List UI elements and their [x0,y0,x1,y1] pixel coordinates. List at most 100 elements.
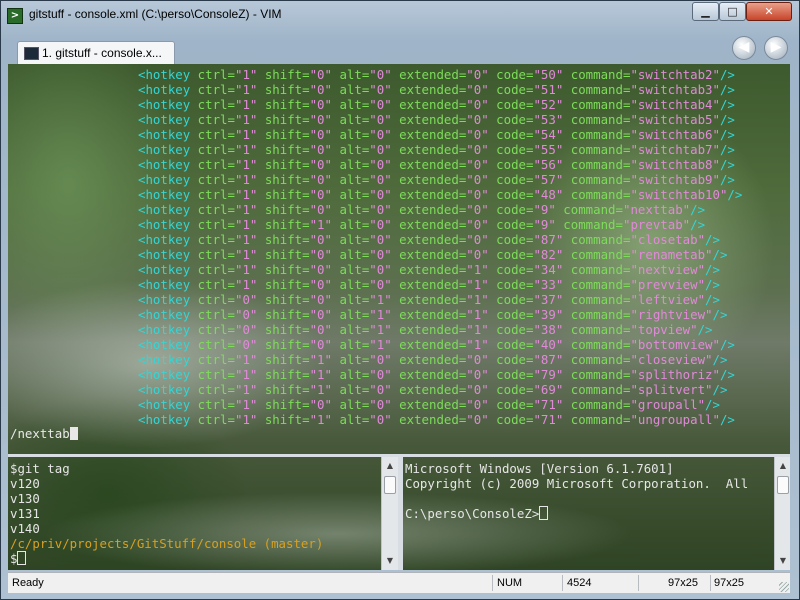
xml-attr-name: code= [488,67,534,82]
scroll-up-icon[interactable]: ▲ [384,459,396,473]
xml-close: /> [719,127,735,142]
xml-line: <hotkey ctrl="1" shift="0" alt="0" exten… [138,82,735,97]
xml-code: "51" [533,82,564,97]
git-bash-pane[interactable]: $git tag v120 v130 v131 v140/c/priv/projects… [8,457,380,570]
xml-code: "9" [533,217,556,232]
xml-code: "71" [533,397,564,412]
title-bar[interactable]: > gitstuff - console.xml (C:\perso\Conso… [1,1,799,29]
vim-pane[interactable]: <hotkey ctrl="1" shift="0" alt="0" exten… [8,64,790,454]
tab-label: 1. gitstuff - console.x... [42,46,162,60]
xml-line: <hotkey ctrl="1" shift="0" alt="0" exten… [138,112,735,127]
xml-alt: "1" [369,307,392,322]
xml-attr-name: ctrl= [190,322,235,337]
maximize-button[interactable]: □ [719,2,746,21]
xml-tag: <hotkey [138,292,191,307]
xml-command: "switchtab4" [630,97,720,112]
terminal-line[interactable]: C:\perso\ConsoleZ> [405,506,549,521]
xml-attr-name: code= [488,172,534,187]
cmd-pane-scrollbar[interactable]: ▲ ▼ [774,457,790,570]
xml-attr-name: code= [488,262,534,277]
xml-close: /> [712,382,728,397]
scroll-up-icon[interactable]: ▲ [777,459,789,473]
xml-attr-name: ctrl= [190,82,235,97]
xml-shift: "0" [309,82,332,97]
xml-attr-name: ctrl= [190,232,235,247]
xml-alt: "0" [369,217,392,232]
xml-attr-name: alt= [331,307,370,322]
xml-attr-name: shift= [257,352,310,367]
xml-attr-name: extended= [391,337,467,352]
xml-alt: "0" [369,232,392,247]
xml-extended: "1" [466,262,489,277]
xml-attr-name: command= [563,142,631,157]
xml-attr-name: command= [563,97,631,112]
xml-command: "switchtab8" [630,157,720,172]
xml-extended: "0" [466,352,489,367]
xml-code: "33" [533,277,564,292]
xml-attr-name: command= [563,262,631,277]
xml-attr-name: extended= [391,97,467,112]
git-pane-scrollbar[interactable]: ▲ ▼ [381,457,398,570]
xml-line: <hotkey ctrl="1" shift="0" alt="0" exten… [138,397,720,412]
scroll-down-icon[interactable]: ▼ [384,554,396,568]
xml-alt: "0" [369,262,392,277]
scroll-down-icon[interactable]: ▼ [777,554,789,568]
status-divider [562,575,563,591]
xml-attr-name: extended= [391,157,467,172]
cmd-pane[interactable]: Microsoft Windows [Version 6.1.7601] Copy… [403,457,779,570]
xml-attr-name: ctrl= [190,307,235,322]
xml-code: "87" [533,352,564,367]
xml-attr-name: code= [488,112,534,127]
forward-arrow-icon[interactable]: ▶ [764,36,788,60]
xml-extended: "0" [466,412,489,427]
xml-attr-name: extended= [391,397,467,412]
xml-tag: <hotkey [138,352,191,367]
xml-alt: "0" [369,172,392,187]
xml-extended: "0" [466,247,489,262]
xml-code: "38" [533,322,564,337]
xml-attr-name: extended= [391,82,467,97]
xml-attr-name: shift= [257,82,310,97]
xml-command: "switchtab2" [630,67,720,82]
xml-attr-name: shift= [257,97,310,112]
xml-command: "topview" [630,322,698,337]
tab-gitstuff[interactable]: 1. gitstuff - console.x... [17,41,175,65]
resize-grip[interactable] [779,582,789,592]
scroll-thumb[interactable] [384,476,396,494]
xml-attr-name: code= [488,277,534,292]
xml-ctrl: "1" [234,367,258,382]
xml-alt: "0" [369,142,392,157]
xml-attr-name: extended= [391,142,467,157]
close-button[interactable]: ✕ [746,2,792,21]
xml-ctrl: "1" [234,397,258,412]
vim-command-text: /nexttab [10,426,70,441]
xml-command: "prevview" [630,277,706,292]
xml-alt: "0" [369,127,392,142]
scroll-thumb[interactable] [777,476,789,494]
git-prompt-line[interactable]: $ [10,551,27,566]
xml-extended: "0" [466,397,489,412]
xml-tag: <hotkey [138,157,191,172]
console-app-icon: > [7,8,23,24]
xml-tag: <hotkey [138,247,191,262]
xml-ctrl: "1" [234,382,258,397]
prompt-symbol: $ [10,551,18,566]
console-area: <hotkey ctrl="1" shift="0" alt="0" exten… [8,64,790,570]
xml-command: "rightview" [630,307,713,322]
back-arrow-icon[interactable]: ◀ [732,36,756,60]
xml-code: "40" [533,337,564,352]
xml-command: "switchtab9" [630,172,720,187]
xml-extended: "0" [466,82,489,97]
minimize-button[interactable]: ▁ [692,2,719,21]
xml-shift: "1" [309,352,332,367]
xml-line: <hotkey ctrl="1" shift="0" alt="0" exten… [138,262,720,277]
vim-command-line[interactable]: /nexttab [10,426,78,441]
xml-attr-name: code= [488,202,534,217]
xml-command: "closetab" [630,232,706,247]
xml-extended: "0" [466,367,489,382]
tab-strip: 1. gitstuff - console.x... ◀ ▶ [1,29,799,65]
status-pid: 4524 [567,577,592,589]
xml-attr-name: extended= [391,322,467,337]
xml-attr-name: alt= [331,67,370,82]
xml-attr-name: code= [488,232,534,247]
